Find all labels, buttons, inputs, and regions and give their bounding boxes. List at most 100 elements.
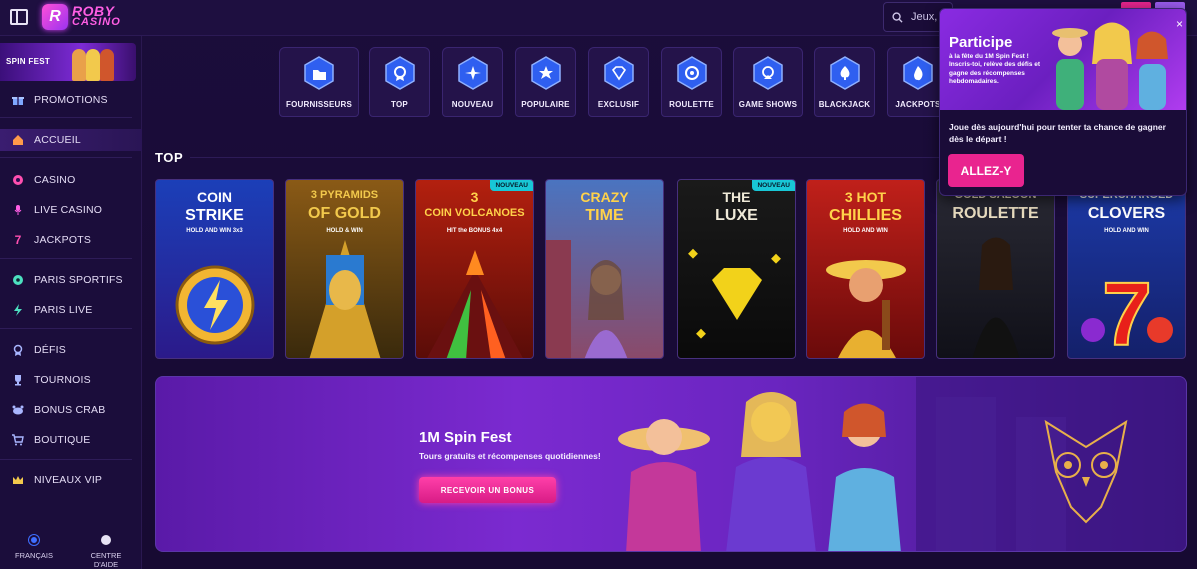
sidebar-item-label: JACKPOTS xyxy=(34,234,92,246)
language-label: FRANÇAIS xyxy=(15,551,53,560)
search-placeholder: Jeux, xyxy=(911,11,938,23)
divider xyxy=(0,258,132,259)
sidebar-item-label: LIVE CASINO xyxy=(34,204,103,216)
sidebar-item-defis[interactable]: DÉFIS xyxy=(0,339,142,361)
sidebar-item-niveaux-vip[interactable]: NIVEAUX VIP xyxy=(0,469,142,491)
sidebar-footer: FRANÇAIS CENTRE D'AIDE xyxy=(0,529,142,569)
popup-body-text: Joue dès aujourd'hui pour tenter ta chan… xyxy=(949,122,1166,144)
sidebar-item-bonus-crab[interactable]: BONUS CRAB xyxy=(0,399,142,421)
game-card[interactable]: 3 HOT CHILLIES HOLD AND WIN xyxy=(806,179,925,359)
divider xyxy=(0,117,132,118)
divider xyxy=(0,328,132,329)
gift-icon xyxy=(12,94,24,106)
game-card[interactable]: GOLD SALOONROULETTE xyxy=(936,179,1055,359)
section-divider xyxy=(190,157,940,158)
game-title-line-1: COIN xyxy=(197,189,232,205)
spin-fest-hero-banner[interactable]: 1M Spin Fest Tours gratuits et récompens… xyxy=(155,376,1187,552)
receive-bonus-button[interactable]: RECEVOIR UN BONUS xyxy=(419,477,556,503)
category-label: NOUVEAU xyxy=(451,100,494,109)
game-card[interactable]: 3 PYRAMIDS OF GOLD HOLD & WIN xyxy=(285,179,404,359)
category-label: POPULAIRE xyxy=(521,100,570,109)
category-label: ROULETTE xyxy=(669,100,714,109)
seven-icon: 7 xyxy=(14,233,22,247)
svg-text:7: 7 xyxy=(1102,265,1152,359)
game-subtitle: HOLD AND WIN xyxy=(843,228,888,234)
help-center-link[interactable]: CENTRE D'AIDE xyxy=(78,535,134,569)
category-tile-nouveau[interactable]: NOUVEAU xyxy=(442,47,503,117)
section-title: TOP xyxy=(155,150,184,165)
language-selector[interactable]: FRANÇAIS xyxy=(14,535,54,560)
category-tile-exclusif[interactable]: EXCLUSIF xyxy=(588,47,649,117)
globe-icon xyxy=(29,535,39,545)
sidebar-item-jackpots[interactable]: 7 JACKPOTS xyxy=(0,229,142,251)
site-logo[interactable]: R ROBY CASINO xyxy=(42,4,121,30)
sidebar-item-live-casino[interactable]: LIVE CASINO xyxy=(0,199,142,221)
popup-title: Participe xyxy=(949,34,1013,51)
logo-line-2: CASINO xyxy=(72,16,121,28)
game-card[interactable]: COIN STRIKE HOLD AND WIN 3x3 xyxy=(155,179,274,359)
game-card[interactable]: 7SUPERCHARGEDCLOVERSHOLD AND WIN xyxy=(1067,179,1186,359)
category-label: BLACKJACK xyxy=(818,100,871,109)
popup-characters-art xyxy=(1052,22,1168,110)
popup-description: à la fête du 1M Spin Fest ! Inscris-toi,… xyxy=(949,53,1041,85)
category-tile-game-shows[interactable]: GAME SHOWS xyxy=(733,47,803,117)
new-badge: NOUVEAU xyxy=(490,180,533,191)
hero-background-art xyxy=(618,377,1186,551)
sidebar-item-promotions[interactable]: PROMOTIONS xyxy=(0,89,142,111)
game-subtitle: HOLD AND WIN xyxy=(1104,228,1149,234)
sidebar-item-accueil[interactable]: ACCUEIL xyxy=(0,129,142,151)
sidebar-item-paris-live[interactable]: PARIS LIVE xyxy=(0,299,142,321)
hero-subtitle: Tours gratuits et récompenses quotidienn… xyxy=(419,451,601,461)
flame-icon xyxy=(903,56,933,90)
new-badge: NOUVEAU xyxy=(752,180,795,191)
category-label: EXCLUSIF xyxy=(597,100,640,109)
category-tile-populaire[interactable]: POPULAIRE xyxy=(515,47,576,117)
category-tile-top[interactable]: TOP xyxy=(369,47,430,117)
game-title-line-1: THE xyxy=(722,189,751,205)
sidebar-toggle-icon[interactable] xyxy=(10,9,28,25)
game-title-line-1: 3 xyxy=(470,189,479,205)
sidebar-item-label: ACCUEIL xyxy=(34,134,81,146)
wheel-icon xyxy=(753,56,783,90)
spade-icon xyxy=(829,56,860,90)
home-icon xyxy=(12,134,24,146)
sidebar-item-label: NIVEAUX VIP xyxy=(34,474,103,486)
help-label: CENTRE D'AIDE xyxy=(90,551,122,569)
microphone-icon xyxy=(12,204,24,216)
sidebar-item-tournois[interactable]: TOURNOIS xyxy=(0,369,142,391)
category-tile-blackjack[interactable]: BLACKJACK xyxy=(814,47,875,117)
search-icon xyxy=(892,11,903,23)
crab-icon xyxy=(12,404,24,416)
game-card[interactable]: 3 COIN VOLCANOES HIT the BONUS 4x4 NOUVEAU xyxy=(415,179,534,359)
banner-character xyxy=(72,49,86,81)
close-icon[interactable]: × xyxy=(1176,17,1183,31)
sidebar-item-label: PARIS SPORTIFS xyxy=(34,274,123,286)
spin-fest-banner[interactable]: SPIN FEST xyxy=(0,43,136,81)
game-card[interactable]: THE LUXE NOUVEAU xyxy=(677,179,796,359)
sidebar-item-casino[interactable]: CASINO xyxy=(0,169,142,191)
roulette-icon xyxy=(676,56,707,90)
game-title-line-2: STRIKE xyxy=(185,207,244,224)
banner-character xyxy=(100,49,114,81)
sparkle-icon xyxy=(457,56,488,90)
divider xyxy=(0,459,132,460)
allez-y-button[interactable]: ALLEZ-Y xyxy=(948,154,1024,187)
logo-badge: R xyxy=(42,4,68,30)
game-subtitle: HOLD AND WIN 3x3 xyxy=(186,228,243,234)
cart-icon xyxy=(12,434,24,446)
crown-icon xyxy=(12,474,24,486)
sidebar: SPIN FEST PROMOTIONS ACCUEIL CASINO LIVE… xyxy=(0,36,142,569)
category-tile-roulette[interactable]: ROULETTE xyxy=(661,47,722,117)
help-icon xyxy=(101,535,111,545)
game-title-line-2: ROULETTE xyxy=(952,205,1039,222)
category-tile-fournisseurs[interactable]: FOURNISSEURS xyxy=(279,47,359,117)
category-label: GAME SHOWS xyxy=(738,100,798,109)
medal-icon xyxy=(12,344,24,356)
game-card[interactable]: CRAZY TIME xyxy=(545,179,664,359)
sidebar-item-boutique[interactable]: BOUTIQUE xyxy=(0,429,142,451)
sidebar-item-paris-sportifs[interactable]: PARIS SPORTIFS xyxy=(0,269,142,291)
sidebar-item-label: BOUTIQUE xyxy=(34,434,91,446)
folder-icon xyxy=(304,56,334,90)
game-subtitle: HOLD & WIN xyxy=(326,228,363,234)
diamond-icon xyxy=(603,56,634,90)
